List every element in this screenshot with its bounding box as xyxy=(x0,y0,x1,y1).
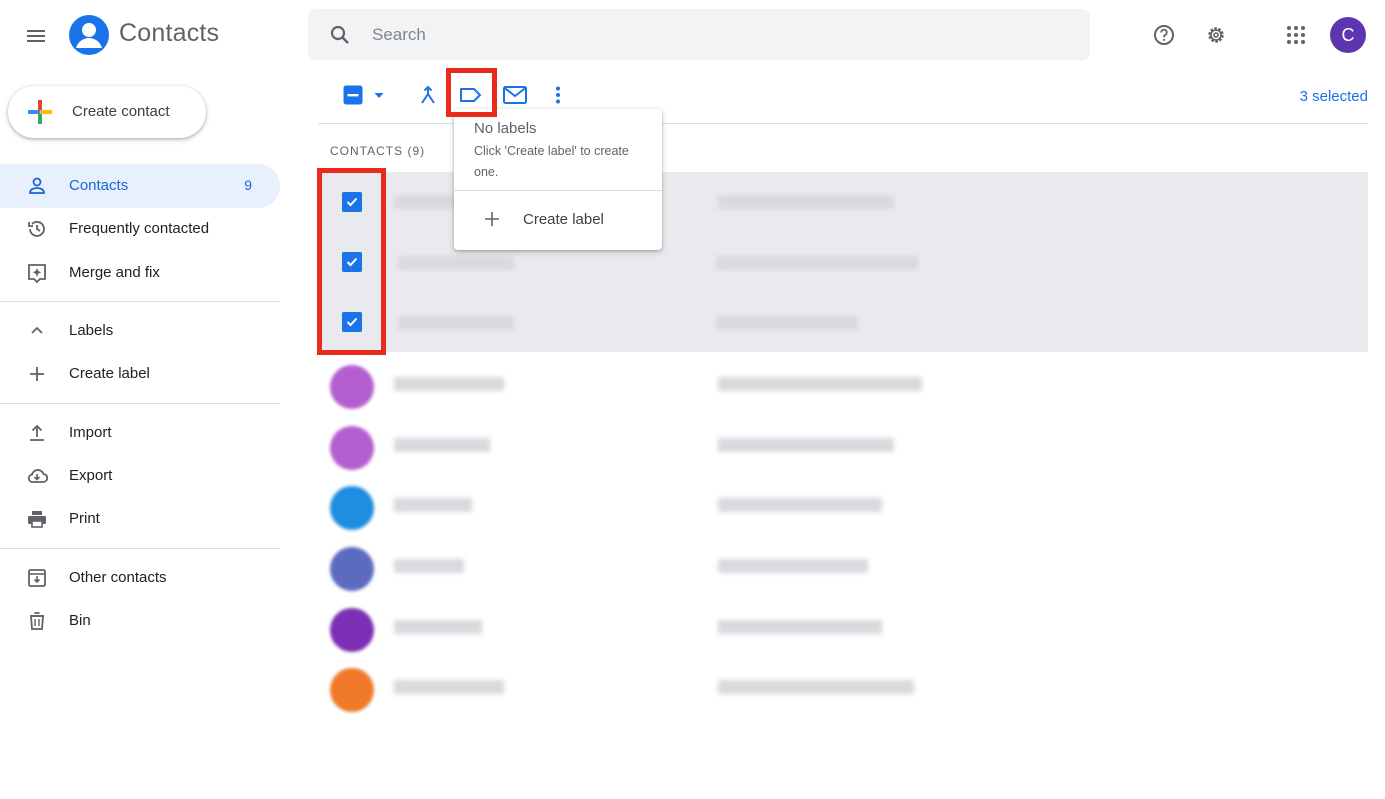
contact-email-redacted xyxy=(718,377,922,391)
app-title: Contacts xyxy=(119,19,220,47)
sidebar-item-create-label[interactable]: Create label xyxy=(0,352,280,396)
sidebar-item-other-contacts[interactable]: Other contacts xyxy=(0,556,280,600)
sidebar-item-label: Frequently contacted xyxy=(69,220,210,237)
sidebar-item-labels[interactable]: Labels xyxy=(0,309,280,353)
avatar xyxy=(330,365,374,409)
sidebar-item-label: Contacts xyxy=(69,177,129,194)
selected-count: 3 selected xyxy=(1299,88,1368,105)
contact-email-redacted xyxy=(716,316,858,330)
avatar xyxy=(330,608,374,652)
search-bar[interactable] xyxy=(308,9,1090,60)
label-menu: No labels Click 'Create label' to create… xyxy=(454,109,662,250)
contact-email-redacted xyxy=(718,438,894,452)
avatar xyxy=(330,486,374,530)
sidebar-item-frequently-contacted[interactable]: Frequently contacted xyxy=(0,207,280,251)
print-icon xyxy=(26,508,48,530)
avatar xyxy=(330,668,374,712)
sidebar-divider xyxy=(0,301,280,302)
contact-row[interactable] xyxy=(318,474,1368,534)
avatar xyxy=(330,547,374,591)
contact-email-redacted xyxy=(718,195,894,209)
search-icon[interactable] xyxy=(328,23,352,47)
menu-divider xyxy=(454,190,662,191)
apps-grid-icon[interactable] xyxy=(1283,22,1309,48)
contact-name-redacted xyxy=(394,559,464,573)
sidebar-item-bin[interactable]: Bin xyxy=(0,599,280,643)
highlight-selected-checkboxes xyxy=(317,168,386,355)
contacts-list-header: CONTACTS (9) xyxy=(330,144,426,158)
select-checkbox-icon[interactable] xyxy=(340,82,366,108)
sidebar-item-label: Print xyxy=(69,510,100,527)
sidebar-item-label: Import xyxy=(69,424,112,441)
archive-icon xyxy=(26,567,48,589)
account-avatar[interactable]: C xyxy=(1330,17,1366,53)
contact-name-redacted xyxy=(394,438,490,452)
contact-row[interactable] xyxy=(318,292,1368,352)
plus-icon xyxy=(482,209,502,229)
create-label-text: Create label xyxy=(523,211,604,228)
sidebar-divider xyxy=(0,403,280,404)
sidebar-item-import[interactable]: Import xyxy=(0,411,280,455)
search-input[interactable] xyxy=(372,21,1052,49)
contact-name-redacted xyxy=(394,377,504,391)
history-icon xyxy=(26,218,48,240)
contact-name-redacted xyxy=(398,256,514,270)
settings-icon[interactable] xyxy=(1203,22,1229,48)
create-label-menu-item[interactable]: Create label xyxy=(454,203,662,237)
dropdown-arrow-icon[interactable] xyxy=(366,82,392,108)
sidebar-item-export[interactable]: Export xyxy=(0,454,280,498)
sidebar-divider xyxy=(0,548,280,549)
contact-email-redacted xyxy=(718,680,914,694)
person-icon xyxy=(26,175,48,197)
contact-row[interactable] xyxy=(318,596,1368,656)
no-labels-title: No labels xyxy=(474,120,537,137)
contact-row[interactable] xyxy=(318,656,1368,716)
plus-icon xyxy=(26,363,48,385)
contact-email-redacted xyxy=(718,620,882,634)
help-icon[interactable] xyxy=(1151,22,1177,48)
sidebar-item-label: Labels xyxy=(69,322,114,339)
sidebar-item-label: Merge and fix xyxy=(69,264,160,281)
trash-icon xyxy=(26,610,48,632)
sidebar-item-label: Export xyxy=(69,467,113,484)
contact-name-redacted xyxy=(394,620,482,634)
create-contact-label: Create contact xyxy=(72,103,170,120)
merge-icon[interactable] xyxy=(415,82,441,108)
contact-row[interactable] xyxy=(318,353,1368,413)
highlight-label-button xyxy=(446,68,497,117)
avatar xyxy=(330,426,374,470)
contact-name-redacted xyxy=(394,498,472,512)
chevron-up-icon[interactable] xyxy=(26,320,48,342)
contact-email-redacted xyxy=(716,256,918,270)
contacts-logo-icon xyxy=(69,15,109,55)
email-icon[interactable] xyxy=(502,82,528,108)
contact-name-redacted xyxy=(398,316,514,330)
sidebar-item-print[interactable]: Print xyxy=(0,497,280,541)
sidebar-item-label: Create label xyxy=(69,365,150,382)
contact-row[interactable] xyxy=(318,414,1368,474)
menu-icon[interactable] xyxy=(22,22,50,50)
cloud-download-icon xyxy=(26,465,49,487)
more-vert-icon[interactable] xyxy=(545,82,571,108)
no-labels-hint: Click 'Create label' to create one. xyxy=(474,144,629,179)
sidebar-item-label: Other contacts xyxy=(69,569,167,586)
sidebar-item-label: Bin xyxy=(69,612,91,629)
contact-email-redacted xyxy=(718,559,868,573)
contact-name-redacted xyxy=(394,680,504,694)
merge-fix-icon xyxy=(26,262,48,284)
sidebar-item-contacts[interactable]: Contacts 9 xyxy=(0,164,280,208)
plus-icon xyxy=(26,98,54,126)
sidebar-item-merge-and-fix[interactable]: Merge and fix xyxy=(0,251,280,295)
contacts-count: 9 xyxy=(244,177,252,193)
contact-email-redacted xyxy=(718,498,882,512)
contact-row[interactable] xyxy=(318,535,1368,595)
create-contact-button[interactable]: Create contact xyxy=(8,86,206,138)
upload-icon xyxy=(26,422,48,444)
